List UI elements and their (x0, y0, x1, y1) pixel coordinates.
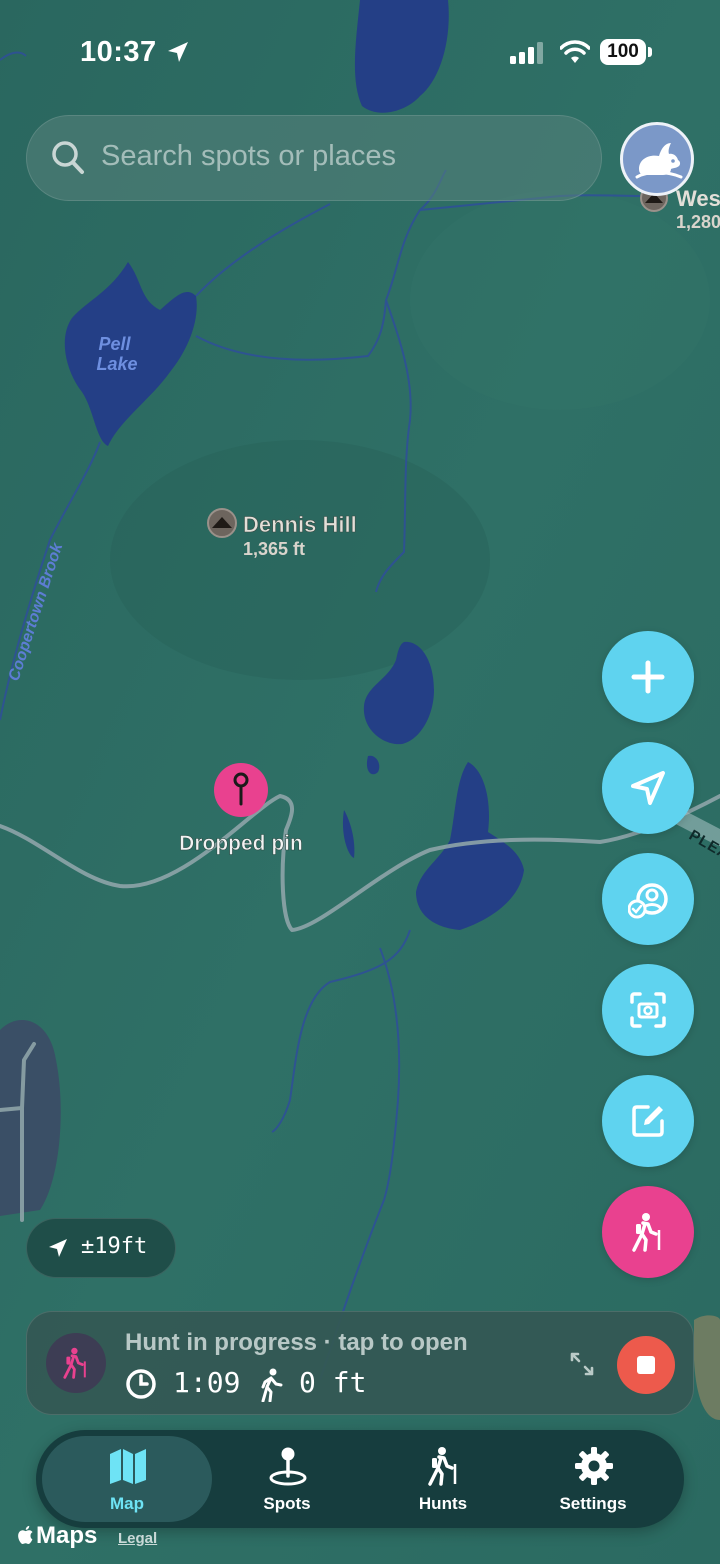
search-placeholder: Search spots or places (101, 140, 396, 172)
lake-label-line2: Lake (96, 354, 137, 374)
clock-icon (125, 1368, 157, 1405)
tab-hunts-label: Hunts (418, 1494, 468, 1513)
tab-bar: Map Spots Hunts Settings (36, 1430, 684, 1528)
profile-avatar[interactable] (620, 122, 694, 196)
peak2-elevation: 1,280 (676, 212, 720, 232)
legal-link[interactable]: Legal (118, 1530, 157, 1547)
rabbit-icon (635, 143, 683, 179)
note-button[interactable] (602, 1075, 694, 1167)
hiker-icon (632, 1213, 661, 1252)
location-arrow-icon (631, 771, 665, 805)
tab-settings[interactable]: Settings (508, 1436, 678, 1522)
lake-label: Pell Lake (96, 334, 137, 374)
user-check-icon (628, 883, 668, 919)
peak-name: Dennis Hill (243, 512, 357, 537)
hunt-elapsed-time: 1:09 (173, 1366, 241, 1399)
peak-elevation: 1,365 ft (243, 539, 305, 559)
camera-scan-icon (630, 992, 666, 1028)
hunt-distance: 0 ft (299, 1366, 367, 1399)
status-time: 10:37 (80, 36, 157, 68)
search-bar[interactable]: Search spots or places (26, 115, 602, 201)
check-people-button[interactable] (602, 853, 694, 945)
maps-wordmark: Maps (36, 1522, 98, 1549)
stop-icon (637, 1356, 655, 1374)
stop-hunt-button[interactable] (617, 1336, 675, 1394)
cellular-signal-icon (510, 42, 546, 69)
tab-map[interactable]: Map (42, 1436, 212, 1522)
gear-icon (575, 1447, 613, 1485)
lake-label-line1: Pell (98, 334, 131, 354)
location-services-icon (166, 40, 190, 69)
hunt-progress-card[interactable]: Hunt in progress · tap to open 1:09 0 ft (26, 1311, 694, 1415)
dropped-pin-label: Dropped pin (179, 832, 303, 855)
tab-map-label: Map (110, 1494, 144, 1513)
expand-icon[interactable] (569, 1351, 595, 1382)
hunt-title: Hunt in progress · tap to open (125, 1329, 468, 1356)
tab-spots-label: Spots (263, 1494, 311, 1513)
terrain-shade (410, 190, 710, 410)
gps-accuracy-text: ±19ft (81, 1234, 148, 1259)
map-icon (110, 1449, 146, 1484)
hunt-button[interactable] (602, 1186, 694, 1278)
plus-icon (631, 660, 665, 694)
pin-icon (269, 1447, 307, 1486)
tab-hunts[interactable]: Hunts (358, 1436, 528, 1522)
wifi-icon (559, 40, 591, 69)
walking-icon (259, 1368, 285, 1407)
search-icon (51, 140, 85, 181)
hiker-icon (428, 1447, 457, 1486)
location-arrow-icon (49, 1239, 67, 1257)
app-root: Pell Lake Coopertown Brook Dennis Hill 1… (0, 0, 720, 1564)
tab-spots[interactable]: Spots (202, 1436, 372, 1522)
battery-indicator: 100 (600, 39, 646, 65)
battery-tip (648, 47, 652, 57)
add-button[interactable] (602, 631, 694, 723)
hiker-icon (63, 1347, 86, 1379)
terrain-shade (110, 440, 490, 680)
hunt-avatar (46, 1333, 106, 1393)
apple-logo-icon (18, 1525, 33, 1544)
tab-settings-label: Settings (559, 1494, 627, 1513)
peak2-name: Wes (676, 186, 720, 211)
edit-icon (632, 1105, 664, 1137)
scan-button[interactable] (602, 964, 694, 1056)
status-bar: 10:37 100 (0, 30, 720, 76)
gps-accuracy-chip[interactable]: ±19ft (26, 1218, 176, 1278)
locate-button[interactable] (602, 742, 694, 834)
